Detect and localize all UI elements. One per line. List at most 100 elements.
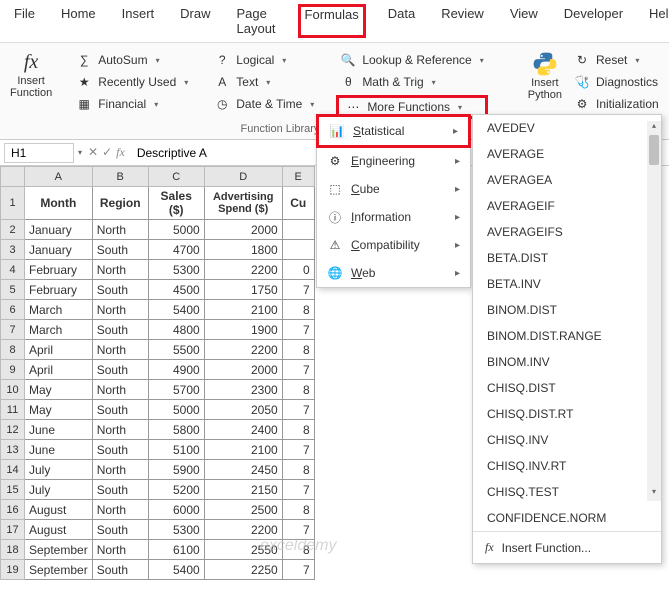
cell[interactable]: 4900 [148,360,204,380]
cell[interactable]: 2100 [204,300,282,320]
row-header[interactable]: 3 [1,240,25,260]
cell[interactable]: North [92,300,148,320]
math-button[interactable]: θMath & Trig▾ [336,73,487,91]
menu-review[interactable]: Review [437,4,488,38]
cell[interactable]: 8 [282,340,314,360]
cell[interactable]: 1800 [204,240,282,260]
function-averagea[interactable]: AVERAGEA [473,167,661,193]
cell[interactable]: July [25,480,93,500]
cell[interactable]: May [25,380,93,400]
col-header-D[interactable]: D [204,167,282,187]
scroll-thumb[interactable] [649,135,659,165]
spreadsheet-grid[interactable]: ABCDE 1MonthRegionSales ($)Advertising S… [0,166,315,580]
cell[interactable]: 8 [282,500,314,520]
row-header[interactable]: 17 [1,520,25,540]
cell[interactable]: 7 [282,480,314,500]
cell[interactable]: 7 [282,440,314,460]
cell[interactable]: 2200 [204,340,282,360]
header-cell[interactable]: Advertising Spend ($) [204,187,282,220]
function-chisq-dist[interactable]: CHISQ.DIST [473,375,661,401]
initialization-button[interactable]: ⚙Initialization [570,95,663,113]
function-chisq-inv[interactable]: CHISQ.INV [473,427,661,453]
menu-data[interactable]: Data [384,4,419,38]
cell[interactable]: August [25,520,93,540]
row-header[interactable]: 14 [1,460,25,480]
reset-button[interactable]: ↻Reset▾ [570,51,663,69]
cell[interactable]: 5300 [148,520,204,540]
cell[interactable]: 2500 [204,500,282,520]
datetime-button[interactable]: ◷Date & Time▾ [210,95,318,113]
cell[interactable]: 2100 [204,440,282,460]
row-header[interactable]: 2 [1,220,25,240]
function-beta-inv[interactable]: BETA.INV [473,271,661,297]
row-header[interactable]: 8 [1,340,25,360]
cell[interactable]: 8 [282,380,314,400]
cell[interactable]: 6100 [148,540,204,560]
menu-item-information[interactable]: ⓘInformation▸ [317,203,470,231]
col-header-C[interactable]: C [148,167,204,187]
row-header[interactable]: 11 [1,400,25,420]
row-header[interactable]: 13 [1,440,25,460]
cell[interactable]: North [92,460,148,480]
cell[interactable]: May [25,400,93,420]
cell[interactable]: March [25,300,93,320]
row-header[interactable]: 4 [1,260,25,280]
cell[interactable]: 2150 [204,480,282,500]
cell[interactable]: South [92,480,148,500]
cell[interactable]: 4800 [148,320,204,340]
text-button[interactable]: AText▾ [210,73,318,91]
cell[interactable]: February [25,280,93,300]
function-binom-dist[interactable]: BINOM.DIST [473,297,661,323]
cell[interactable]: February [25,260,93,280]
menu-item-compatibility[interactable]: ⚠Compatibility▸ [317,231,470,259]
cell[interactable]: North [92,540,148,560]
menu-help[interactable]: Help [645,4,669,38]
cell[interactable]: 2200 [204,260,282,280]
menu-developer[interactable]: Developer [560,4,627,38]
cell[interactable]: 2000 [204,360,282,380]
cell[interactable]: 2300 [204,380,282,400]
cancel-icon[interactable]: ✕ [88,145,98,160]
function-chisq-dist-rt[interactable]: CHISQ.DIST.RT [473,401,661,427]
function-average[interactable]: AVERAGE [473,141,661,167]
cell[interactable]: South [92,320,148,340]
cell[interactable]: 5100 [148,440,204,460]
row-header[interactable]: 9 [1,360,25,380]
menu-insert[interactable]: Insert [118,4,159,38]
cell[interactable]: South [92,240,148,260]
function-beta-dist[interactable]: BETA.DIST [473,245,661,271]
cell[interactable]: July [25,460,93,480]
cell[interactable]: 0 [282,260,314,280]
menu-page-layout[interactable]: Page Layout [233,4,280,38]
cell[interactable]: June [25,440,93,460]
cell[interactable]: 4700 [148,240,204,260]
row-header[interactable]: 19 [1,560,25,580]
function-chisq-inv-rt[interactable]: CHISQ.INV.RT [473,453,661,479]
cell[interactable]: North [92,340,148,360]
function-confidence-norm[interactable]: CONFIDENCE.NORM [473,505,661,531]
cell[interactable]: South [92,360,148,380]
menu-item-web[interactable]: 🌐Web▸ [317,259,470,287]
function-averageif[interactable]: AVERAGEIF [473,193,661,219]
cell[interactable]: August [25,500,93,520]
cell[interactable] [282,240,314,260]
row-header[interactable]: 6 [1,300,25,320]
cell[interactable]: 1900 [204,320,282,340]
menu-item-engineering[interactable]: ⚙Engineering▸ [317,147,470,175]
cell[interactable]: 2000 [204,220,282,240]
cell[interactable]: 8 [282,460,314,480]
lookup-button[interactable]: 🔍Lookup & Reference▾ [336,51,487,69]
function-averageifs[interactable]: AVERAGEIFS [473,219,661,245]
cell[interactable]: 2550 [204,540,282,560]
cell[interactable]: North [92,500,148,520]
logical-button[interactable]: ?Logical▾ [210,51,318,69]
cell[interactable]: April [25,360,93,380]
menu-home[interactable]: Home [57,4,100,38]
menu-view[interactable]: View [506,4,542,38]
row-header[interactable]: 15 [1,480,25,500]
menu-formulas[interactable]: Formulas [298,4,366,38]
cell[interactable]: South [92,400,148,420]
row-header[interactable]: 10 [1,380,25,400]
cell[interactable]: South [92,280,148,300]
header-cell[interactable]: Month [25,187,93,220]
